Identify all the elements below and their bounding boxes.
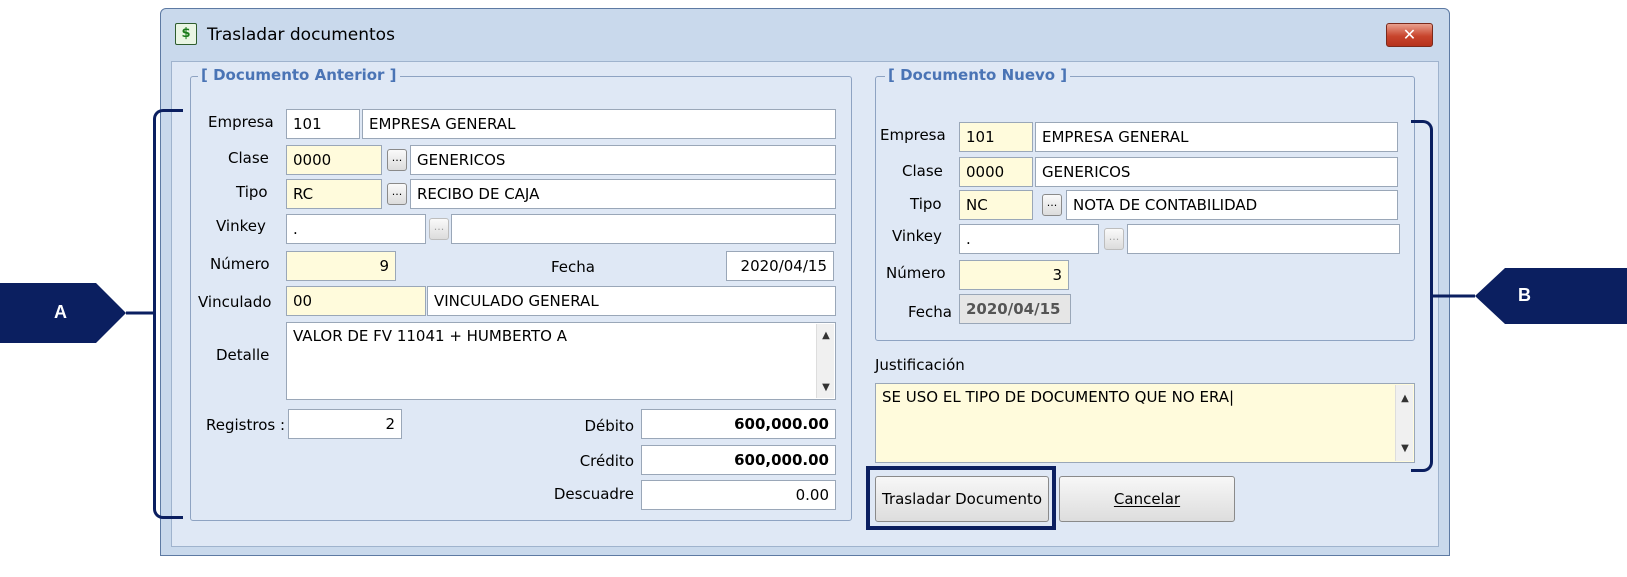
vinkey-nuevo-name-field[interactable]	[1127, 224, 1400, 254]
tipo-nuevo-code-field[interactable]: NC	[959, 190, 1033, 220]
label-justificacion: Justificación	[875, 356, 965, 374]
label-fecha-nuevo: Fecha	[908, 303, 952, 321]
tipo-lookup-button[interactable]: ...	[387, 183, 407, 205]
tipo-nuevo-name-field[interactable]: NOTA DE CONTABILIDAD	[1066, 190, 1398, 220]
cancelar-button[interactable]: Cancelar	[1059, 476, 1235, 522]
window-title: Trasladar documentos	[207, 25, 395, 45]
scroll-down-icon[interactable]: ▼	[817, 382, 835, 393]
registros-field[interactable]: 2	[288, 409, 402, 439]
callout-b-label: B	[1518, 285, 1531, 305]
group-title-anterior: [ Documento Anterior ]	[198, 66, 400, 84]
label-debito: Débito	[584, 417, 634, 435]
vinkey-nuevo-code-field[interactable]: .	[959, 224, 1099, 254]
clase-code-field[interactable]: 0000	[286, 145, 382, 175]
tipo-code-field[interactable]: RC	[286, 179, 382, 209]
label-detalle: Detalle	[216, 346, 270, 364]
descuadre-field[interactable]: 0.00	[641, 480, 836, 510]
fecha-field[interactable]: 2020/04/15	[726, 251, 834, 281]
vinkey-nuevo-lookup-button[interactable]: ...	[1104, 228, 1124, 250]
scroll-up-icon[interactable]: ▲	[817, 330, 835, 341]
label-clase: Clase	[228, 149, 269, 167]
app-icon: $	[175, 23, 197, 45]
vinkey-name-field[interactable]	[451, 214, 836, 244]
title-bar[interactable]: $ Trasladar documentos ✕	[161, 9, 1449, 61]
label-descuadre: Descuadre	[553, 485, 634, 503]
debito-field[interactable]: 600,000.00	[641, 409, 836, 439]
trasladar-documento-button[interactable]: Trasladar Documento	[875, 476, 1049, 522]
label-tipo-nuevo: Tipo	[910, 195, 942, 213]
justificacion-text: SE USO EL TIPO DE DOCUMENTO QUE NO ERA|	[882, 388, 1235, 406]
label-empresa: Empresa	[208, 113, 274, 131]
empresa-nuevo-code-field[interactable]: 101	[959, 122, 1033, 152]
tipo-nuevo-lookup-button[interactable]: ...	[1042, 194, 1062, 216]
group-title-nuevo: [ Documento Nuevo ]	[885, 66, 1071, 84]
vinculado-name-field[interactable]: VINCULADO GENERAL	[427, 286, 836, 316]
label-vinkey-nuevo: Vinkey	[892, 227, 942, 245]
vinkey-code-field[interactable]: .	[286, 214, 426, 244]
label-numero: Número	[210, 255, 270, 273]
clase-lookup-button[interactable]: ...	[387, 149, 407, 171]
label-vinkey: Vinkey	[216, 217, 266, 235]
credito-field[interactable]: 600,000.00	[641, 445, 836, 475]
fecha-nuevo-field: 2020/04/15	[959, 294, 1071, 324]
label-credito: Crédito	[579, 452, 634, 470]
empresa-nuevo-name-field[interactable]: EMPRESA GENERAL	[1035, 122, 1398, 152]
detalle-textarea[interactable]: VALOR DE FV 11041 + HUMBERTO A	[286, 322, 836, 400]
label-empresa-nuevo: Empresa	[880, 126, 946, 144]
label-registros: Registros :	[206, 416, 286, 434]
justificacion-textarea[interactable]: SE USO EL TIPO DE DOCUMENTO QUE NO ERA|	[875, 383, 1415, 463]
tipo-name-field[interactable]: RECIBO DE CAJA	[410, 179, 836, 209]
clase-nuevo-code-field[interactable]: 0000	[959, 157, 1033, 187]
close-icon: ✕	[1402, 25, 1417, 44]
detalle-text: VALOR DE FV 11041 + HUMBERTO A	[293, 327, 567, 345]
callout-a-label: A	[54, 302, 67, 322]
close-button[interactable]: ✕	[1386, 23, 1433, 47]
clase-name-field[interactable]: GENERICOS	[410, 145, 836, 175]
label-numero-nuevo: Número	[886, 264, 946, 282]
vinkey-lookup-button[interactable]: ...	[429, 218, 449, 240]
numero-nuevo-field[interactable]: 3	[959, 260, 1069, 290]
label-fecha: Fecha	[551, 258, 595, 276]
label-clase-nuevo: Clase	[902, 162, 943, 180]
clase-nuevo-name-field[interactable]: GENERICOS	[1035, 157, 1398, 187]
callout-a-shape	[0, 283, 156, 343]
numero-field[interactable]: 9	[286, 251, 396, 281]
empresa-name-field[interactable]: EMPRESA GENERAL	[362, 109, 836, 139]
detalle-scrollbar[interactable]: ▲ ▼	[816, 324, 834, 398]
label-tipo: Tipo	[236, 183, 268, 201]
vinculado-code-field[interactable]: 00	[286, 286, 426, 316]
label-vinculado: Vinculado	[198, 293, 272, 311]
empresa-code-field[interactable]: 101	[286, 109, 360, 139]
